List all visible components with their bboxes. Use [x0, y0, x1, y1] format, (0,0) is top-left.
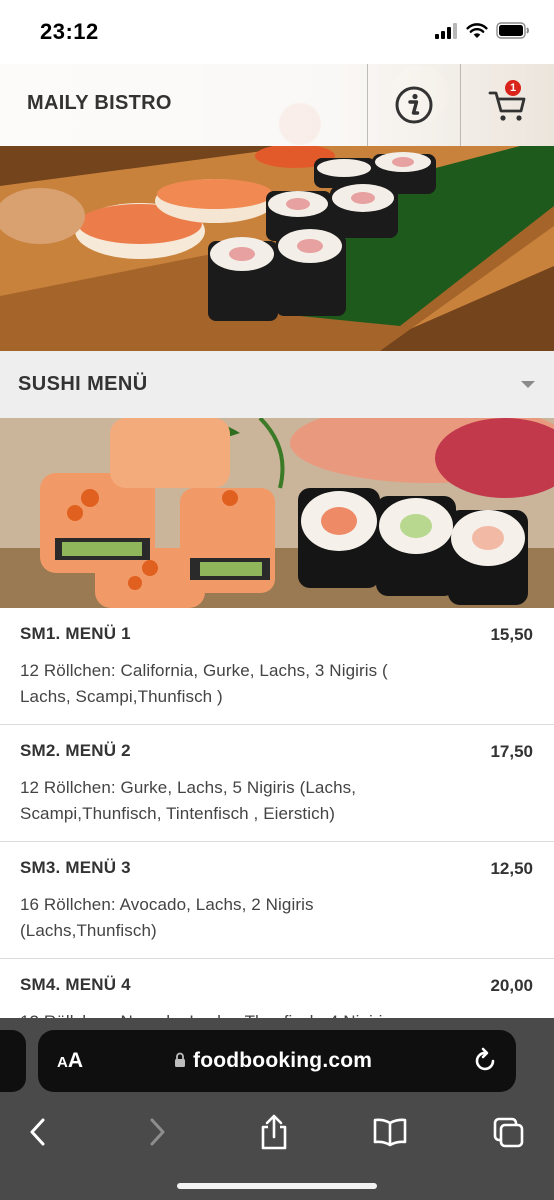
address-bar[interactable]: AA foodbooking.com: [38, 1030, 516, 1092]
menu-item-price: 15,50: [490, 625, 533, 644]
status-time: 23:12: [40, 19, 99, 44]
menu-item-description: 12 Röllchen: Nevada, Lachs, Thunfisch, 4…: [20, 1009, 440, 1018]
menu-item[interactable]: SM4. MENÜ 4 20,00 12 Röllchen: Nevada, L…: [0, 959, 554, 1018]
url-text: foodbooking.com: [193, 1049, 373, 1072]
menu-item-description: 16 Röllchen: Avocado, Lachs, 2 Nigiris (…: [20, 895, 314, 940]
cellular-signal-icon: [435, 22, 457, 39]
menu-item-price: 20,00: [490, 976, 533, 995]
previous-tab-preview[interactable]: [0, 1030, 26, 1092]
reload-icon[interactable]: [474, 1047, 498, 1073]
status-bar: 23:12: [0, 0, 554, 64]
lock-icon: [175, 1052, 185, 1067]
info-icon: [395, 86, 433, 124]
menu-item-name: SM2. MENÜ 2: [20, 741, 131, 760]
menu-item-price: 12,50: [490, 859, 533, 878]
category-header[interactable]: SUSHI MENÜ: [0, 351, 554, 418]
wifi-icon: [466, 22, 488, 38]
menu-item[interactable]: SM2. MENÜ 2 17,50 12 Röllchen: Gurke, La…: [0, 725, 554, 842]
share-button[interactable]: [252, 1114, 296, 1150]
category-image: [0, 418, 554, 608]
bookmarks-button[interactable]: [368, 1114, 412, 1150]
share-icon: [261, 1114, 287, 1150]
menu-item-name: SM1. MENÜ 1: [20, 624, 131, 643]
info-button[interactable]: [368, 64, 460, 146]
back-button[interactable]: [16, 1114, 60, 1150]
cart-count-badge: 1: [505, 80, 521, 96]
tabs-button[interactable]: [486, 1114, 530, 1150]
menu-item-name: SM4. MENÜ 4: [20, 975, 131, 994]
category-title: SUSHI MENÜ: [18, 373, 148, 395]
browser-chrome: AA foodbooking.com: [0, 1018, 554, 1200]
book-icon: [373, 1118, 407, 1147]
app-header: MAILY BISTRO 1: [0, 64, 554, 146]
cart-button[interactable]: 1: [461, 64, 554, 146]
menu-item[interactable]: SM3. MENÜ 3 12,50 16 Röllchen: Avocado, …: [0, 842, 554, 959]
restaurant-name: MAILY BISTRO: [27, 92, 172, 114]
reader-text-size-button[interactable]: AA: [57, 1049, 83, 1073]
battery-icon: [496, 22, 529, 39]
home-indicator: [177, 1183, 377, 1189]
menu-item-price: 17,50: [490, 742, 533, 761]
tabs-icon: [493, 1117, 524, 1148]
forward-button[interactable]: [135, 1114, 179, 1150]
menu-item-description: 12 Röllchen: Gurke, Lachs, 5 Nigiris (La…: [20, 778, 357, 823]
menu-item[interactable]: SM1. MENÜ 1 15,50 12 Röllchen: Californi…: [0, 608, 554, 725]
chevron-down-icon: [521, 381, 535, 388]
chevron-right-icon: [150, 1118, 165, 1146]
chevron-left-icon: [30, 1118, 45, 1146]
menu-item-description: 12 Röllchen: California, Gurke, Lachs, 3…: [20, 661, 388, 706]
menu-item-name: SM3. MENÜ 3: [20, 858, 131, 877]
menu-item-list: SM1. MENÜ 1 15,50 12 Röllchen: Californi…: [0, 608, 554, 1018]
restaurant-hero-image: [0, 146, 554, 351]
status-icons: [434, 22, 530, 39]
